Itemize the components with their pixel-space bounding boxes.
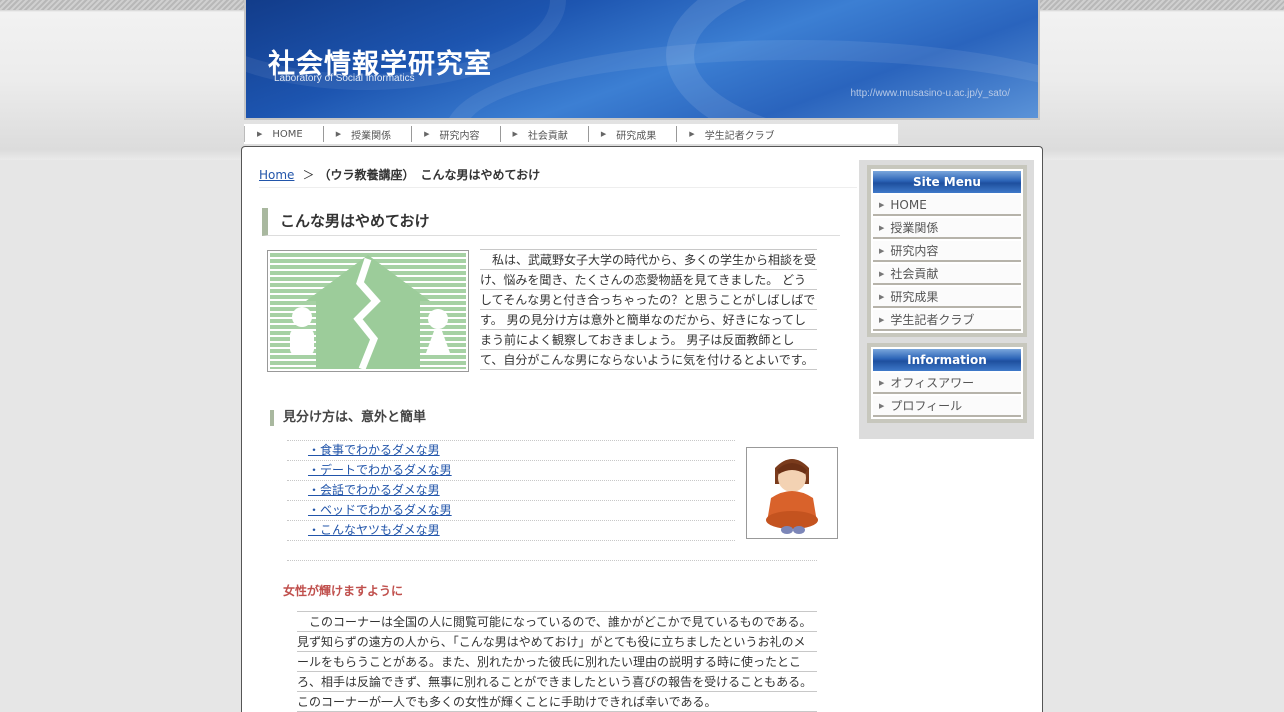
topnav-item-classes[interactable]: ▶ 授業関係 bbox=[322, 126, 411, 142]
broken-house-illustration bbox=[267, 250, 469, 372]
triangle-right-icon: ▶ bbox=[335, 130, 342, 138]
topnav-label: 研究内容 bbox=[439, 130, 480, 142]
topnav-label: 授業関係 bbox=[351, 130, 392, 142]
triangle-right-icon: ▶ bbox=[512, 130, 518, 138]
link-bed[interactable]: ・ベッドでわかるダメな男 bbox=[308, 503, 452, 517]
sitting-boy-illustration bbox=[746, 447, 838, 539]
sidebar-item-label: 社会貢献 bbox=[890, 267, 939, 281]
sidebar-item-home[interactable]: ▶ HOME bbox=[873, 195, 1021, 216]
section-divider bbox=[287, 560, 817, 561]
triangle-right-icon: ▶ bbox=[600, 130, 607, 138]
information-menu: Information ▶ オフィスアワー ▶ プロフィール bbox=[867, 343, 1027, 423]
topnav-label: 社会貢献 bbox=[527, 130, 568, 142]
triangle-right-icon: ▶ bbox=[689, 130, 695, 138]
sidebar-item-profile[interactable]: ▶ プロフィール bbox=[873, 396, 1021, 417]
section-heading: 見分け方は、意外と簡単 bbox=[270, 410, 570, 426]
breadcrumb: Home ＞（ウラ教養講座） こんな男はやめておけ bbox=[259, 166, 857, 188]
top-navigation: ▶ HOME ▶ 授業関係 ▶ 研究内容 ▶ 社会貢献 ▶ 研究成果 ▶ 学生記者クラブ bbox=[244, 124, 898, 144]
sidebar-item-label: 研究成果 bbox=[890, 290, 939, 304]
triangle-right-icon: ▶ bbox=[879, 223, 885, 232]
triangle-right-icon: ▶ bbox=[879, 200, 885, 209]
link-conversation[interactable]: ・会話でわかるダメな男 bbox=[308, 483, 440, 497]
sidebar-item-label: プロフィール bbox=[890, 399, 963, 413]
triangle-right-icon: ▶ bbox=[879, 269, 885, 278]
link-meal[interactable]: ・食事でわかるダメな男 bbox=[308, 443, 440, 457]
site-header: 社会情報学研究室 Laboratory of Social Informatic… bbox=[244, 0, 1040, 120]
topnav-label: 学生記者クラブ bbox=[704, 130, 775, 142]
list-item: ・こんなヤツもダメな男 bbox=[287, 521, 735, 541]
sidebar: Site Menu ▶ HOME ▶ 授業関係 ▶ 研究内容 ▶ 社会貢献 ▶ 研究成果 … bbox=[859, 160, 1034, 439]
topnav-label: HOME bbox=[272, 128, 303, 140]
site-menu: Site Menu ▶ HOME ▶ 授業関係 ▶ 研究内容 ▶ 社会貢献 ▶ 研究成果 … bbox=[867, 165, 1027, 337]
sidebar-item-label: HOME bbox=[890, 197, 927, 212]
triangle-right-icon: ▶ bbox=[424, 130, 430, 138]
closing-heading: 女性が輝けますように bbox=[283, 584, 404, 598]
sidebar-item-label: 授業関係 bbox=[890, 221, 939, 235]
triangle-right-icon: ▶ bbox=[879, 401, 885, 410]
site-menu-title: Site Menu bbox=[873, 171, 1021, 193]
sidebar-item-contribution[interactable]: ▶ 社会貢献 bbox=[873, 264, 1021, 285]
header-swirl bbox=[446, 40, 1038, 118]
topnav-item-research[interactable]: ▶ 研究内容 bbox=[411, 126, 499, 142]
page-title: こんな男はやめておけ bbox=[262, 208, 840, 236]
link-date[interactable]: ・デートでわかるダメな男 bbox=[308, 463, 452, 477]
list-item: ・会話でわかるダメな男 bbox=[287, 481, 735, 501]
breadcrumb-current: （ウラ教養講座） こんな男はやめておけ bbox=[318, 168, 541, 182]
link-list: ・食事でわかるダメな男 ・デートでわかるダメな男 ・会話でわかるダメな男 ・ベッ… bbox=[287, 440, 735, 541]
topnav-item-home[interactable]: ▶ HOME bbox=[244, 126, 323, 142]
sidebar-item-office-hours[interactable]: ▶ オフィスアワー bbox=[873, 373, 1021, 394]
breadcrumb-home-link[interactable]: Home bbox=[259, 168, 294, 182]
list-item: ・ベッドでわかるダメな男 bbox=[287, 501, 735, 521]
link-other[interactable]: ・こんなヤツもダメな男 bbox=[308, 523, 440, 537]
list-item: ・食事でわかるダメな男 bbox=[287, 441, 735, 461]
sidebar-item-classes[interactable]: ▶ 授業関係 bbox=[873, 218, 1021, 239]
sitting-boy-icon bbox=[766, 459, 818, 534]
sidebar-item-label: 研究内容 bbox=[890, 244, 939, 258]
closing-text: このコーナーは全国の人に閲覧可能になっているので、誰かがどこかで見ているものであ… bbox=[297, 611, 817, 712]
triangle-right-icon: ▶ bbox=[879, 292, 885, 301]
intro-text: 私は、武蔵野女子大学の時代から、多くの学生から相談を受け、悩みを聞き、たくさんの… bbox=[480, 249, 817, 370]
triangle-right-icon: ▶ bbox=[879, 246, 885, 255]
sidebar-item-label: 学生記者クラブ bbox=[890, 313, 975, 327]
sidebar-item-research[interactable]: ▶ 研究内容 bbox=[873, 241, 1021, 262]
topnav-label: 研究成果 bbox=[616, 130, 657, 142]
closing-section: このコーナーは全国の人に閲覧可能になっているので、誰かがどこかで見ているものであ… bbox=[297, 611, 817, 712]
list-item: ・デートでわかるダメな男 bbox=[287, 461, 735, 481]
triangle-right-icon: ▶ bbox=[879, 315, 885, 324]
topnav-item-press-club[interactable]: ▶ 学生記者クラブ bbox=[676, 126, 794, 142]
triangle-right-icon: ▶ bbox=[879, 378, 885, 387]
information-title: Information bbox=[873, 349, 1021, 371]
triangle-right-icon: ▶ bbox=[257, 130, 263, 138]
broken-house-icon bbox=[270, 253, 466, 371]
sidebar-item-label: オフィスアワー bbox=[890, 376, 975, 390]
sidebar-item-results[interactable]: ▶ 研究成果 bbox=[873, 287, 1021, 308]
breadcrumb-separator: ＞ bbox=[302, 168, 315, 182]
site-subtitle: Laboratory of Social Informatics bbox=[274, 73, 415, 84]
topnav-item-results[interactable]: ▶ 研究成果 bbox=[587, 126, 676, 142]
topnav-item-contribution[interactable]: ▶ 社会貢献 bbox=[499, 126, 588, 142]
site-url: http://www.musasino-u.ac.jp/y_sato/ bbox=[850, 88, 1010, 99]
sidebar-item-press-club[interactable]: ▶ 学生記者クラブ bbox=[873, 310, 1021, 331]
